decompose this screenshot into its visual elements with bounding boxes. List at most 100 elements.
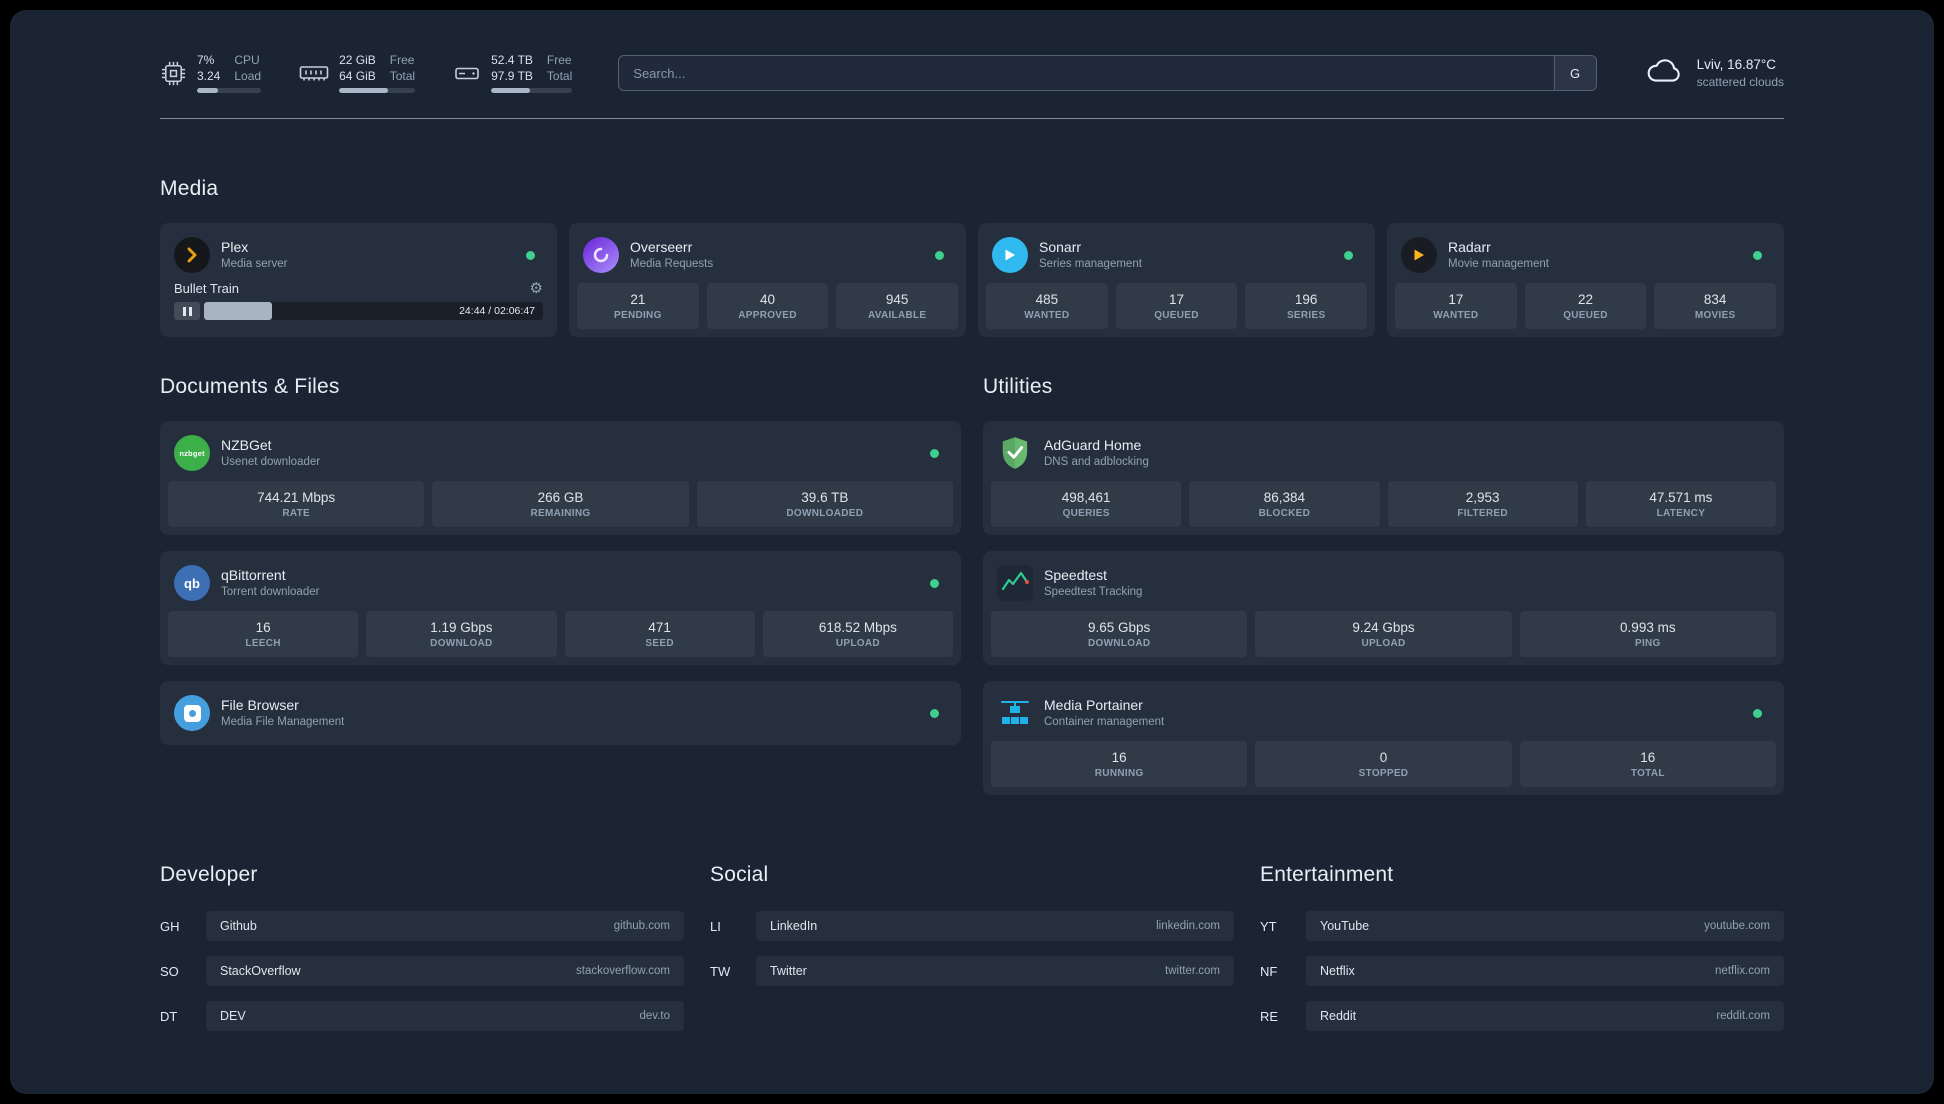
service-subtitle: DNS and adblocking — [1044, 455, 1149, 468]
bookmark-linkedin[interactable]: LI LinkedIn linkedin.com — [710, 911, 1234, 941]
service-link-sonarr[interactable]: Sonarr Series management — [986, 231, 1367, 281]
service-stats: 17 WANTED 22 QUEUED 834 MOVIES — [1395, 283, 1777, 329]
bookmark-dev[interactable]: DT DEV dev.to — [160, 1001, 684, 1031]
bookmark-url: dev.to — [639, 1010, 670, 1022]
service-card-sonarr: Sonarr Series management 485 WANTED 17 Q… — [978, 223, 1375, 337]
service-link-qbittorrent[interactable]: qb qBittorrent Torrent downloader — [168, 559, 953, 609]
bookmark-reddit[interactable]: RE Reddit reddit.com — [1260, 1001, 1784, 1031]
bookmark-url: stackoverflow.com — [576, 965, 670, 977]
service-link-overseerr[interactable]: Overseerr Media Requests — [577, 231, 958, 281]
stat-label: REMAINING — [530, 508, 591, 519]
stat-block: 21 PENDING — [577, 283, 699, 329]
stat-value: 1.19 Gbps — [430, 620, 493, 635]
bookmark-name: Github — [220, 919, 257, 933]
status-dot — [526, 250, 535, 260]
playback-time: 24:44 / 02:06:47 — [459, 305, 535, 317]
stat-block: 834 MOVIES — [1654, 283, 1777, 329]
stat-value: 86,384 — [1263, 490, 1306, 505]
memory-total-label: Total — [389, 69, 416, 83]
stat-label: LEECH — [245, 638, 281, 649]
search-provider-button[interactable]: G — [1553, 56, 1596, 90]
section-title-social: Social — [710, 863, 769, 886]
stat-label: APPROVED — [738, 310, 797, 321]
service-link-radarr[interactable]: Radarr Movie management — [1395, 231, 1776, 281]
adguard-icon — [997, 435, 1033, 471]
stat-block: 16 LEECH — [168, 611, 359, 657]
service-name: Speedtest — [1044, 567, 1108, 584]
stat-block: 86,384 BLOCKED — [1189, 481, 1380, 527]
stat-block: 485 WANTED — [986, 283, 1108, 329]
stat-label: BLOCKED — [1258, 508, 1311, 519]
service-card-speedtest: Speedtest Speedtest Tracking 9.65 Gbps D… — [983, 551, 1784, 665]
stat-label: PING — [1634, 638, 1661, 649]
service-stats: 16 RUNNING 0 STOPPED 16 TOTAL — [991, 741, 1776, 787]
stat-label: LATENCY — [1656, 508, 1706, 519]
cpu-load-value: 3.24 — [197, 69, 221, 83]
service-link-nzbget[interactable]: nzbget NZBGet Usenet downloader — [168, 429, 953, 479]
bookmark-youtube[interactable]: YT YouTube youtube.com — [1260, 911, 1784, 941]
service-link-filebrowser[interactable]: File Browser Media File Management — [168, 689, 953, 737]
service-name: qBittorrent — [221, 567, 286, 584]
service-subtitle: Series management — [1039, 257, 1142, 270]
stat-value: 834 — [1703, 292, 1727, 307]
stat-value: 196 — [1294, 292, 1318, 307]
disk-usage-bar-fill — [491, 87, 531, 93]
bookmark-url: reddit.com — [1716, 1010, 1770, 1022]
service-link-speedtest[interactable]: Speedtest Speedtest Tracking — [991, 559, 1776, 609]
bookmark-twitter[interactable]: TW Twitter twitter.com — [710, 956, 1234, 986]
bookmark-abbr: YT — [1260, 918, 1277, 934]
stat-value: 471 — [648, 620, 671, 635]
service-name: File Browser — [221, 697, 299, 714]
stat-value: 17 — [1168, 292, 1185, 307]
bookmark-url: youtube.com — [1704, 920, 1770, 932]
disk-icon — [453, 61, 481, 85]
bookmark-name: Netflix — [1320, 964, 1355, 978]
service-link-adguard[interactable]: AdGuard Home DNS and adblocking — [991, 429, 1776, 479]
cpu-widget: 7% 3.24 CPU Load — [160, 53, 262, 93]
status-dot — [930, 578, 939, 588]
stat-value: 9.65 Gbps — [1088, 620, 1151, 635]
bookmark-netflix[interactable]: NF Netflix netflix.com — [1260, 956, 1784, 986]
stat-block: 40 APPROVED — [706, 283, 829, 329]
speedtest-icon — [997, 565, 1033, 601]
stat-label: WANTED — [1433, 310, 1479, 321]
stat-block: 0.993 ms PING — [1519, 611, 1776, 657]
search-bar[interactable]: G — [618, 55, 1597, 91]
stat-label: STOPPED — [1358, 768, 1409, 779]
stat-block: 9.65 Gbps DOWNLOAD — [991, 611, 1248, 657]
disk-widget: 52.4 TB 97.9 TB Free Total — [453, 53, 573, 93]
service-name: Overseerr — [630, 239, 693, 256]
stat-label: PENDING — [614, 310, 662, 321]
service-card-radarr: Radarr Movie management 17 WANTED 22 QUE… — [1387, 223, 1784, 337]
service-link-plex[interactable]: Plex Media server — [168, 231, 549, 281]
service-name: AdGuard Home — [1044, 437, 1142, 454]
service-card-adguard: AdGuard Home DNS and adblocking 498,461 … — [983, 421, 1784, 535]
gear-icon[interactable]: ⚙ — [530, 281, 543, 296]
section-utilities: Utilities AdGuard Home DNS and adblockin… — [983, 375, 1784, 811]
stat-label: SERIES — [1286, 310, 1326, 321]
stat-value: 22 — [1577, 292, 1594, 307]
pause-button[interactable] — [174, 302, 200, 320]
bookmark-stackoverflow[interactable]: SO StackOverflow stackoverflow.com — [160, 956, 684, 986]
stat-value: 9.24 Gbps — [1352, 620, 1415, 635]
stat-value: 16 — [1111, 750, 1127, 765]
stat-label: DOWNLOAD — [1087, 638, 1151, 649]
search-input[interactable] — [619, 56, 1554, 90]
service-subtitle: Media File Management — [221, 715, 345, 728]
stat-block: 17 QUEUED — [1115, 283, 1238, 329]
cloud-icon — [1643, 56, 1685, 91]
bookmark-github[interactable]: GH Github github.com — [160, 911, 684, 941]
stat-value: 47.571 ms — [1649, 490, 1713, 505]
service-card-qbittorrent: qb qBittorrent Torrent downloader 16 LEE… — [160, 551, 961, 665]
service-stats: 21 PENDING 40 APPROVED 945 AVAILABLE — [577, 283, 959, 329]
memory-widget: 22 GiB 64 GiB Free Total — [299, 53, 416, 93]
stat-block: 22 QUEUED — [1524, 283, 1647, 329]
section-title-documents: Documents & Files — [160, 375, 340, 398]
bookmark-url: twitter.com — [1165, 965, 1220, 977]
stat-block: 2,953 FILTERED — [1387, 481, 1578, 527]
stat-label: TOTAL — [1630, 768, 1665, 779]
bookmark-name: YouTube — [1320, 919, 1370, 933]
stat-value: 16 — [1640, 750, 1656, 765]
service-link-portainer[interactable]: Media Portainer Container management — [991, 689, 1776, 739]
stat-block: 39.6 TB DOWNLOADED — [696, 481, 953, 527]
